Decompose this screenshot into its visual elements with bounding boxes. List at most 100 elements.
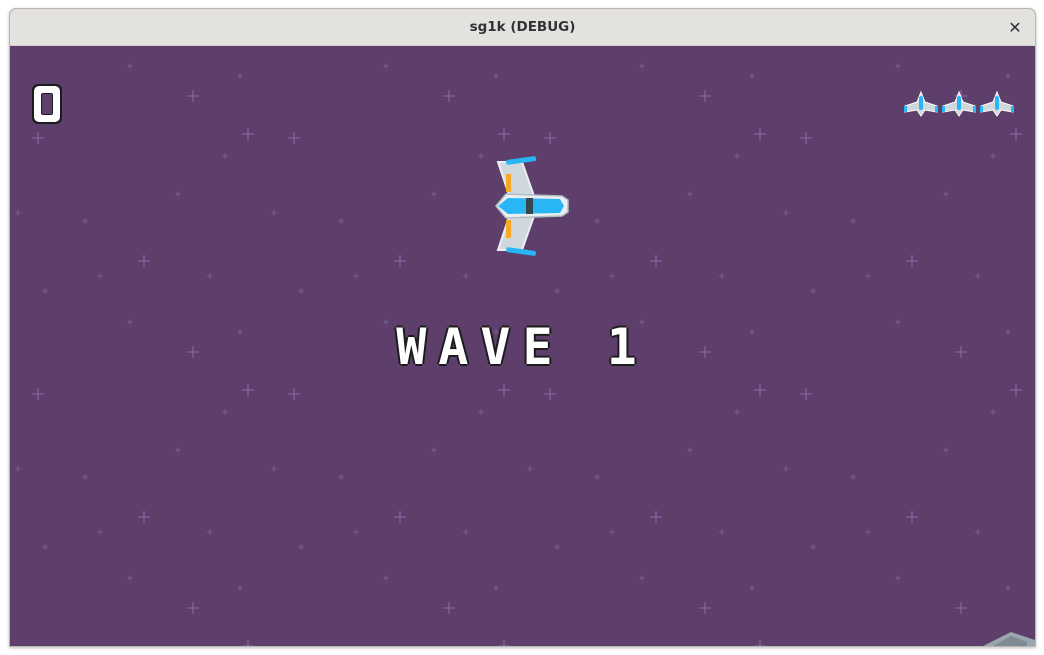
- star: [975, 273, 981, 279]
- star: [443, 602, 455, 614]
- star: [687, 447, 693, 453]
- star: [800, 132, 812, 144]
- star: [783, 210, 789, 216]
- star: [271, 466, 277, 472]
- star: [353, 529, 359, 535]
- star: [810, 544, 816, 550]
- life-ship-icon: [942, 90, 976, 117]
- star: [463, 273, 469, 279]
- star: [222, 409, 228, 415]
- star: [594, 218, 600, 224]
- star: [749, 585, 755, 591]
- star: [97, 273, 103, 279]
- star: [699, 90, 711, 102]
- star: [383, 575, 389, 581]
- score-digit: [32, 84, 62, 124]
- star: [242, 128, 254, 140]
- star: [431, 191, 437, 197]
- star: [394, 255, 406, 267]
- star: [15, 466, 21, 472]
- star: [242, 640, 254, 646]
- star: [1010, 128, 1022, 140]
- star: [865, 273, 871, 279]
- title-bar[interactable]: sg1k (DEBUG) ✕: [10, 9, 1035, 46]
- star: [394, 511, 406, 523]
- star: [699, 602, 711, 614]
- star: [493, 585, 499, 591]
- star: [383, 63, 389, 69]
- star: [498, 128, 510, 140]
- star: [865, 529, 871, 535]
- star: [288, 132, 300, 144]
- star: [650, 255, 662, 267]
- star: [810, 288, 816, 294]
- star: [138, 255, 150, 267]
- star: [187, 602, 199, 614]
- star: [175, 447, 181, 453]
- star: [754, 384, 766, 396]
- star: [906, 511, 918, 523]
- window-title: sg1k (DEBUG): [469, 19, 576, 35]
- star: [338, 474, 344, 480]
- star: [754, 640, 766, 646]
- score-display: 0: [30, 82, 64, 130]
- star: [719, 273, 725, 279]
- star: [719, 529, 725, 535]
- star: [943, 447, 949, 453]
- star: [82, 218, 88, 224]
- close-icon[interactable]: ✕: [1003, 15, 1027, 39]
- star: [1010, 384, 1022, 396]
- star: [32, 132, 44, 144]
- star: [222, 153, 228, 159]
- star: [271, 210, 277, 216]
- star: [15, 210, 21, 216]
- star: [498, 384, 510, 396]
- star: [175, 191, 181, 197]
- star: [687, 191, 693, 197]
- star: [127, 63, 133, 69]
- star: [554, 288, 560, 294]
- star: [498, 640, 510, 646]
- star: [609, 273, 615, 279]
- star: [338, 218, 344, 224]
- star: [242, 384, 254, 396]
- star: [298, 288, 304, 294]
- star: [906, 255, 918, 267]
- star: [431, 447, 437, 453]
- star: [754, 128, 766, 140]
- star: [734, 409, 740, 415]
- life-ship-icon: [980, 90, 1014, 117]
- star: [975, 529, 981, 535]
- star: [463, 529, 469, 535]
- star: [554, 544, 560, 550]
- player-ship: [495, 156, 569, 256]
- star: [544, 132, 556, 144]
- star: [42, 288, 48, 294]
- star: [895, 575, 901, 581]
- star: [42, 544, 48, 550]
- star: [609, 529, 615, 535]
- star: [237, 73, 243, 79]
- star: [990, 153, 996, 159]
- star: [493, 73, 499, 79]
- star: [955, 602, 967, 614]
- star: [850, 218, 856, 224]
- lives-indicator: [903, 90, 1015, 118]
- star: [650, 511, 662, 523]
- star: [749, 73, 755, 79]
- wave-banner: WAVE 1: [396, 318, 649, 376]
- star: [783, 466, 789, 472]
- star: [990, 409, 996, 415]
- corner-asteroid: [983, 632, 1035, 646]
- star: [639, 575, 645, 581]
- star: [82, 474, 88, 480]
- star: [237, 585, 243, 591]
- star: [850, 474, 856, 480]
- star: [1005, 73, 1011, 79]
- star: [943, 191, 949, 197]
- star: [32, 388, 44, 400]
- star: [594, 474, 600, 480]
- star: [187, 90, 199, 102]
- game-canvas[interactable]: 0: [10, 46, 1035, 646]
- life-ship-icon: [904, 90, 938, 117]
